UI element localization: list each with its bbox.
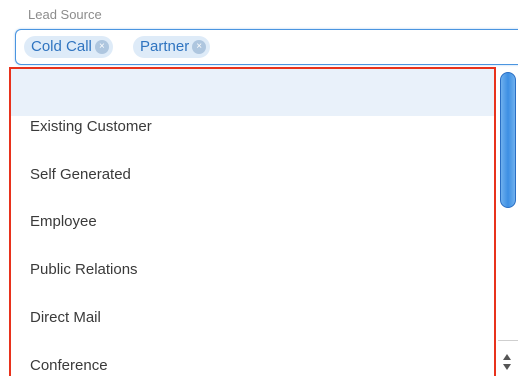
scroll-arrows[interactable]	[498, 340, 518, 376]
tag-cold-call: Cold Call ×	[24, 36, 113, 58]
dropdown-option[interactable]: Public Relations	[10, 246, 495, 294]
lead-source-label: Lead Source	[28, 7, 102, 22]
dropdown-option[interactable]: Employee	[10, 198, 495, 246]
tag-partner: Partner ×	[133, 36, 211, 58]
close-circle-icon[interactable]: ×	[94, 40, 109, 54]
dropdown-option[interactable]: Self Generated	[10, 151, 495, 199]
dropdown-option[interactable]: Existing Customer	[10, 103, 495, 151]
close-circle-icon[interactable]: ×	[192, 40, 207, 54]
scrollbar-thumb[interactable]	[500, 72, 516, 208]
dropdown-list: Existing Customer Self Generated Employe…	[10, 68, 495, 376]
dropdown-option[interactable]: Direct Mail	[10, 294, 495, 342]
scroll-up-arrow-icon[interactable]	[503, 354, 511, 360]
page-background	[0, 376, 518, 392]
dropdown-option[interactable]: Conference	[10, 342, 495, 376]
tag-label: Cold Call	[31, 38, 92, 55]
tag-label: Partner	[140, 38, 190, 55]
scroll-down-arrow-icon[interactable]	[503, 364, 511, 370]
lead-source-multiselect[interactable]: Cold Call × Partner ×	[15, 29, 518, 65]
